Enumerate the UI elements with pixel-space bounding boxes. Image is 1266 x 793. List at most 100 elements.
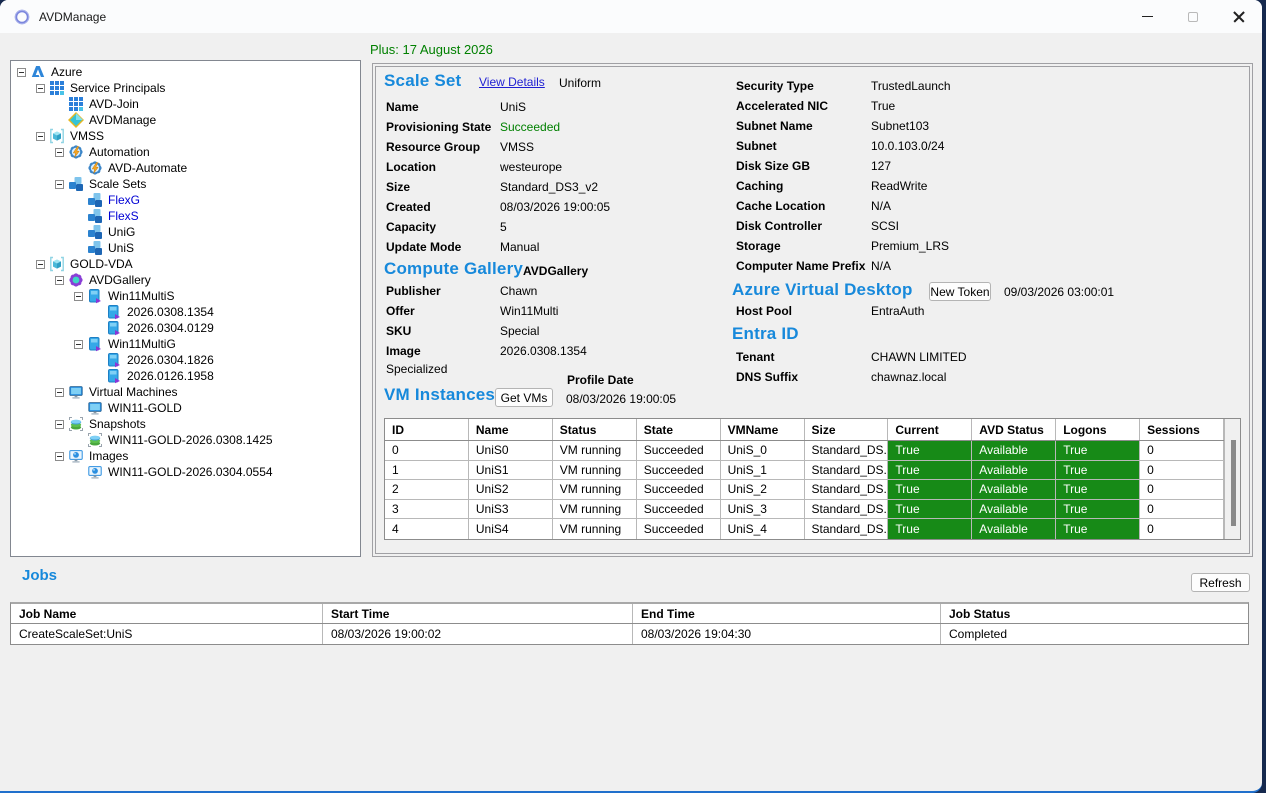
close-button[interactable]	[1216, 0, 1262, 33]
entra-properties: Tenant CHAWN LIMITED DNS Suffix chawnaz.…	[736, 347, 1156, 387]
jobs-column-header[interactable]: End Time	[633, 604, 941, 623]
tree-item-flexg[interactable]: FlexG	[11, 192, 360, 208]
vm-column-header[interactable]: Name	[469, 419, 553, 440]
vm-cell-current: True	[888, 519, 973, 539]
vm-column-header[interactable]: VMName	[721, 419, 805, 440]
tree-item-snapshot[interactable]: WIN11-GOLD-2026.0308.1425	[11, 432, 360, 448]
tree-item-flexs[interactable]: FlexS	[11, 208, 360, 224]
vm-table-row[interactable]: 0 UniS0 VM running Succeeded UniS_0 Stan…	[385, 441, 1224, 461]
tree-item-service-principals[interactable]: Service Principals	[11, 80, 360, 96]
collapse-toggle[interactable]	[36, 259, 45, 269]
vm-cell-size: Standard_DS...	[805, 460, 889, 480]
tree-item-avd-automate[interactable]: AVD-Automate	[11, 160, 360, 176]
collapse-toggle[interactable]	[74, 291, 83, 301]
vm-cell-id: 1	[385, 460, 469, 480]
vm-cell-current: True	[888, 460, 973, 480]
property-row: Resource Group VMSS	[386, 137, 721, 157]
tree-item-version[interactable]: 2026.0308.1354	[11, 304, 360, 320]
tree-item-virtual-machines[interactable]: Virtual Machines	[11, 384, 360, 400]
collapse-toggle[interactable]	[55, 451, 64, 461]
vm-column-header[interactable]: Status	[553, 419, 637, 440]
image-version-icon	[106, 352, 122, 368]
image-version-icon	[106, 304, 122, 320]
tree-item-win11multis[interactable]: Win11MultiS	[11, 288, 360, 304]
vm-column-header[interactable]: Size	[805, 419, 889, 440]
service-principals-icon	[49, 80, 65, 96]
maximize-button[interactable]	[1170, 0, 1216, 33]
minimize-button[interactable]	[1124, 0, 1170, 33]
collapse-toggle[interactable]	[55, 179, 64, 189]
tree-item-unig[interactable]: UniG	[11, 224, 360, 240]
tree-item-image[interactable]: WIN11-GOLD-2026.0304.0554	[11, 464, 360, 480]
tree-item-avd-join[interactable]: AVD-Join	[11, 96, 360, 112]
vm-cell-name: UniS3	[469, 499, 553, 519]
scale-set-heading: Scale Set	[384, 71, 462, 90]
vm-column-header[interactable]: Current	[888, 419, 973, 440]
property-value: UniS	[500, 100, 527, 114]
resource-tree: Azure Service Principals AVD-Join AVDMan…	[10, 60, 361, 557]
jobs-column-header[interactable]: Job Status	[941, 604, 1248, 623]
property-label: Created	[386, 200, 431, 214]
property-row: Caching ReadWrite	[736, 176, 1156, 196]
vm-table-row[interactable]: 1 UniS1 VM running Succeeded UniS_1 Stan…	[385, 460, 1224, 481]
refresh-button[interactable]: Refresh	[1191, 573, 1250, 592]
vm-cell-logons: True	[1056, 519, 1141, 539]
image-version-icon	[106, 368, 122, 384]
vm-cell-avd-status: Available	[972, 480, 1057, 499]
vm-cell-status: VM running	[553, 460, 637, 480]
tree-item-azure[interactable]: Azure	[11, 64, 360, 80]
vm-table-scrollbar[interactable]	[1224, 419, 1240, 539]
vm-column-header[interactable]: Sessions	[1140, 419, 1224, 440]
vm-cell-logons: True	[1056, 460, 1141, 480]
tree-item-avdgallery[interactable]: AVDGallery	[11, 272, 360, 288]
tree-item-win11multig[interactable]: Win11MultiG	[11, 336, 360, 352]
jobs-column-header[interactable]: Start Time	[323, 604, 633, 623]
vm-column-header[interactable]: ID	[385, 419, 469, 440]
tree-item-version[interactable]: 2026.0304.0129	[11, 320, 360, 336]
property-label: DNS Suffix	[736, 370, 799, 384]
collapse-toggle[interactable]	[55, 147, 64, 157]
vm-column-header[interactable]: Logons	[1056, 419, 1141, 440]
tree-item-version[interactable]: 2026.0304.1826	[11, 352, 360, 368]
vm-cell-state: Succeeded	[637, 441, 721, 460]
vm-table-row[interactable]: 4 UniS4 VM running Succeeded UniS_4 Stan…	[385, 519, 1224, 539]
minimize-icon	[1141, 16, 1153, 17]
tree-item-version[interactable]: 2026.0126.1958	[11, 368, 360, 384]
collapse-toggle[interactable]	[74, 339, 83, 349]
tree-item-scale-sets[interactable]: Scale Sets	[11, 176, 360, 192]
scrollbar-thumb[interactable]	[1231, 440, 1236, 526]
tree-item-avdmanage[interactable]: AVDManage	[11, 112, 360, 128]
vm-column-header[interactable]: State	[637, 419, 721, 440]
tree-item-unis[interactable]: UniS	[11, 240, 360, 256]
collapse-toggle[interactable]	[55, 387, 64, 397]
vm-cell-name: UniS4	[469, 519, 553, 539]
property-row: Computer Name Prefix N/A	[736, 256, 1156, 276]
vm-column-header[interactable]: AVD Status	[972, 419, 1057, 440]
collapse-toggle[interactable]	[36, 131, 45, 141]
collapse-toggle[interactable]	[36, 83, 45, 93]
property-label: Security Type	[736, 79, 814, 93]
tree-item-snapshots[interactable]: Snapshots	[11, 416, 360, 432]
tree-item-gold-vda[interactable]: GOLD-VDA	[11, 256, 360, 272]
collapse-toggle[interactable]	[55, 419, 64, 429]
jobs-column-header[interactable]: Job Name	[11, 604, 323, 623]
tree-item-automation[interactable]: Automation	[11, 144, 360, 160]
vm-table-row[interactable]: 2 UniS2 VM running Succeeded UniS_2 Stan…	[385, 480, 1224, 500]
get-vms-button[interactable]: Get VMs	[495, 388, 553, 407]
vm-table-row[interactable]: 3 UniS3 VM running Succeeded UniS_3 Stan…	[385, 499, 1224, 520]
scale-set-icon	[87, 224, 103, 240]
tree-item-images[interactable]: Images	[11, 448, 360, 464]
app-icon	[14, 9, 30, 24]
tree-item-win11-gold[interactable]: WIN11-GOLD	[11, 400, 360, 416]
vm-cell-current: True	[888, 480, 973, 499]
view-details-link[interactable]: View Details	[479, 75, 545, 89]
vm-cell-sessions: 0	[1140, 441, 1224, 460]
collapse-toggle[interactable]	[55, 275, 64, 285]
tree-item-vmss[interactable]: VMSS	[11, 128, 360, 144]
collapse-toggle[interactable]	[17, 67, 26, 77]
jobs-table-row[interactable]: CreateScaleSet:UniS 08/03/2026 19:00:02 …	[11, 624, 1248, 644]
vm-cell-id: 3	[385, 499, 469, 519]
jobs-table-header: Job Name Start Time End Time Job Status	[11, 604, 1248, 624]
new-token-button[interactable]: New Token	[929, 282, 991, 301]
automation-account-icon	[87, 160, 103, 176]
